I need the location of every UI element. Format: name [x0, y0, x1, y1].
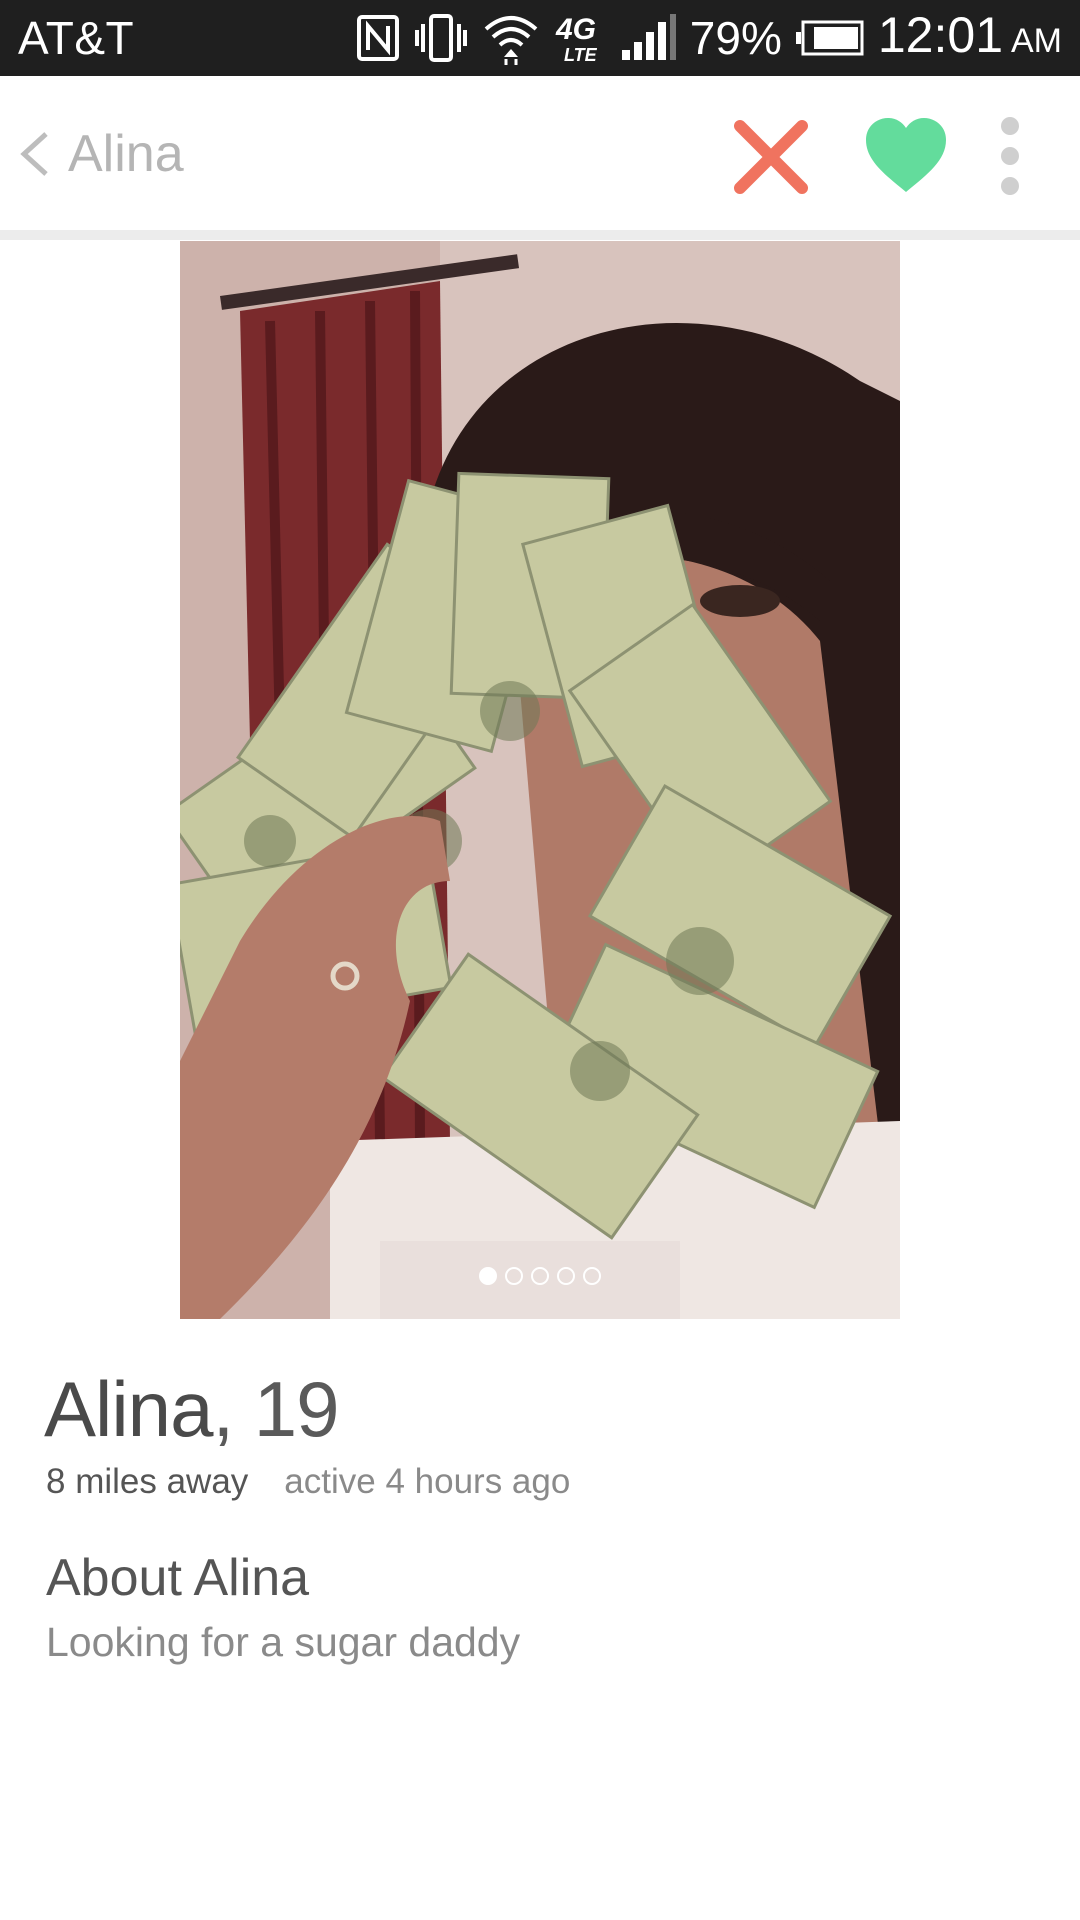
photo-dot-1[interactable]	[479, 1267, 497, 1285]
photo-pagination[interactable]	[180, 1267, 900, 1285]
header-title[interactable]: Alina	[68, 124, 184, 184]
profile-header: Alina	[0, 76, 1080, 230]
vibrate-icon	[414, 14, 467, 62]
carrier-label: AT&T	[18, 12, 135, 64]
clock-ampm: AM	[1011, 22, 1062, 60]
photo-dot-4[interactable]	[557, 1267, 575, 1285]
distance-label: 8 miles away	[46, 1462, 249, 1501]
clock-time: 12:01	[877, 7, 1003, 63]
profile-photo[interactable]	[180, 241, 900, 1319]
wifi-icon	[484, 16, 538, 65]
svg-text:LTE: LTE	[564, 45, 598, 65]
chevron-left-icon[interactable]	[12, 128, 56, 180]
profile-name: Alina	[44, 1365, 213, 1453]
signal-icon	[621, 14, 676, 60]
lte-icon: 4G LTE	[555, 13, 598, 65]
about-heading: About Alina	[46, 1549, 310, 1607]
svg-text:4G: 4G	[555, 13, 596, 46]
heart-icon[interactable]	[864, 116, 948, 194]
status-bar: AT&T 4G LTE 79% 12:01 AM	[0, 0, 1080, 76]
profile-meta: 8 miles away active 4 hours ago	[46, 1460, 570, 1504]
header-divider	[0, 230, 1080, 240]
photo-illustration	[180, 241, 900, 1319]
clock: 12:01 AM	[878, 7, 1062, 69]
nfc-icon	[356, 15, 399, 61]
battery-percent: 79%	[689, 12, 782, 64]
more-vertical-icon[interactable]	[996, 116, 1024, 196]
photo-dot-2[interactable]	[505, 1267, 523, 1285]
photo-dot-5[interactable]	[583, 1267, 601, 1285]
profile-age: , 19	[212, 1365, 339, 1453]
last-active-label: active 4 hours ago	[284, 1462, 571, 1501]
photo-dot-3[interactable]	[531, 1267, 549, 1285]
close-icon[interactable]	[730, 116, 812, 198]
about-text: Looking for a sugar daddy	[46, 1619, 521, 1665]
status-icons: 4G LTE 79% 12:01 AM	[356, 0, 1062, 76]
profile-name-age: Alina, 19	[44, 1364, 340, 1454]
battery-icon	[795, 20, 864, 56]
